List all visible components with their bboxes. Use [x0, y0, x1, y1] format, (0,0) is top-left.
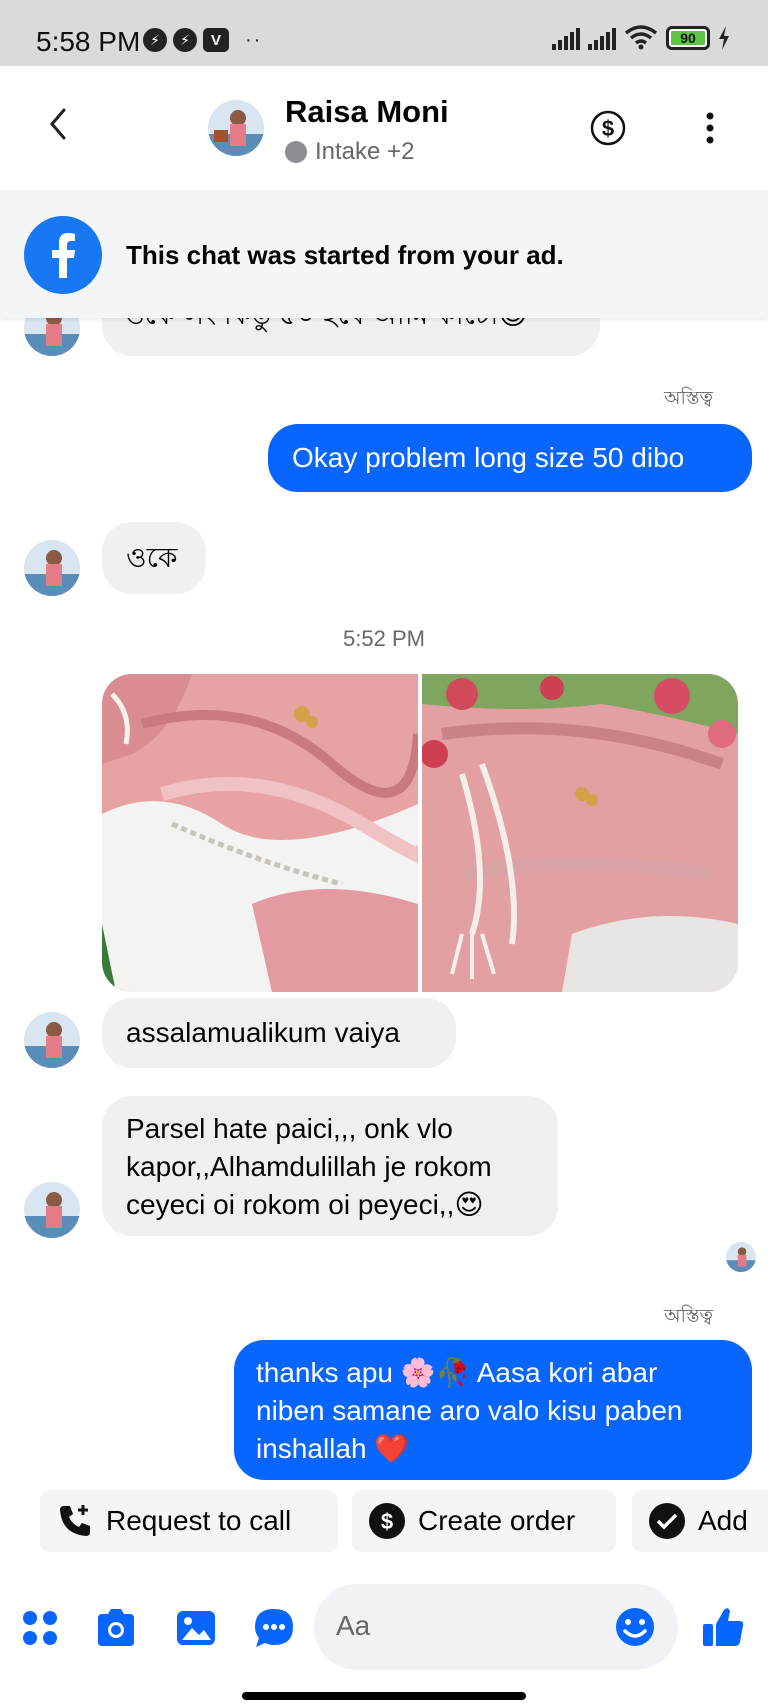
phone-icon — [60, 1505, 90, 1536]
system-icons: 90 — [552, 24, 730, 50]
notification-icons: ⚡ ⚡ V ·· — [143, 28, 262, 52]
message-text-line: niben samane aro valo kisu paben — [256, 1395, 683, 1426]
ad-banner-text: This chat was started from your ad. — [126, 240, 564, 270]
composer: Aa — [0, 1572, 768, 1676]
message-input-placeholder: Aa — [336, 1610, 371, 1641]
avatar[interactable] — [24, 1182, 80, 1238]
status-time: 5:58 PM — [36, 26, 141, 57]
photo-attachment[interactable] — [102, 674, 418, 992]
message-bubble-outgoing[interactable]: Okay problem long size 50 dibo — [268, 424, 752, 492]
like-icon[interactable] — [700, 1604, 746, 1650]
avatar[interactable] — [24, 1012, 80, 1068]
back-icon[interactable] — [40, 100, 76, 148]
message-text: assalamualikum vaiya — [126, 1017, 400, 1048]
seen-label: অস্তিত্ব — [664, 388, 714, 409]
message-text-line: thanks apu 🌸🥀 Aasa kori abar — [256, 1357, 658, 1388]
svg-text:$: $ — [381, 1509, 393, 1534]
contact-name[interactable]: Raisa Moni — [285, 94, 449, 130]
add-button[interactable]: Add — [632, 1490, 768, 1552]
read-receipt-avatar — [726, 1242, 756, 1272]
avatar[interactable] — [24, 540, 80, 596]
svg-text:$: $ — [602, 116, 614, 141]
signal-icon — [588, 26, 616, 50]
seen-label: অস্তিত্ব — [664, 1306, 714, 1327]
quick-actions-bar: Request to call $ Create order Add — [0, 1490, 768, 1556]
camera-icon[interactable] — [94, 1606, 138, 1650]
message-bubble-incoming[interactable]: Parsel hate paici,,, onk vlo kapor,,Alha… — [102, 1096, 558, 1236]
messenger-icon: ⚡ — [143, 28, 167, 52]
message-input[interactable]: Aa — [314, 1584, 678, 1670]
message-text-line: Parsel hate paici,,, onk vlo — [126, 1113, 453, 1144]
message-bubble-incoming[interactable]: ওকে — [102, 522, 206, 594]
apps-icon[interactable] — [18, 1606, 62, 1650]
home-indicator[interactable] — [242, 1692, 526, 1700]
message-text-line: kapor,,Alhamdulillah je rokom — [126, 1151, 492, 1182]
message-text: ওকে — [126, 542, 178, 573]
photo-attachment-group[interactable] — [102, 674, 738, 992]
message-text: Okay problem long size 50 dibo — [292, 442, 685, 473]
gallery-icon[interactable] — [174, 1606, 218, 1650]
dollar-icon[interactable]: $ — [590, 110, 626, 146]
messenger-icon: ⚡ — [173, 28, 197, 52]
request-call-button[interactable]: Request to call — [40, 1490, 338, 1552]
vpn-icon: V — [203, 28, 229, 52]
chat-icon[interactable] — [252, 1606, 296, 1650]
wifi-icon — [624, 25, 658, 50]
contact-status: Intake +2 — [285, 138, 414, 166]
contact-status-label: Intake +2 — [315, 138, 415, 165]
signal-icon — [552, 26, 580, 50]
message-text-line: inshallah ❤️ — [256, 1433, 410, 1464]
more-icon[interactable] — [696, 108, 724, 148]
message-bubble-outgoing[interactable]: thanks apu 🌸🥀 Aasa kori abar niben saman… — [234, 1340, 752, 1480]
status-dot — [285, 141, 307, 163]
battery-icon: 90 — [666, 26, 710, 50]
avatar[interactable] — [208, 100, 264, 156]
charging-icon — [719, 26, 729, 50]
photo-attachment[interactable] — [422, 674, 738, 992]
message-timestamp: 5:52 PM — [343, 626, 425, 651]
dollar-icon: $ — [369, 1503, 405, 1539]
emoji-icon[interactable] — [614, 1606, 656, 1648]
create-order-label: Create order — [418, 1505, 576, 1536]
check-circle-icon — [649, 1503, 685, 1539]
add-label: Add — [698, 1505, 748, 1536]
status-bar: 5:58 PM ⚡ ⚡ V ·· 90 — [0, 0, 768, 66]
chat-header: Raisa Moni Intake +2 $ — [0, 66, 768, 190]
facebook-logo-icon — [24, 216, 102, 294]
more-notifications-icon: ·· — [245, 28, 263, 51]
message-text-line: ceyeci oi rokom oi peyeci,,😍 — [126, 1189, 484, 1220]
request-call-label: Request to call — [106, 1505, 292, 1536]
ad-origin-banner: This chat was started from your ad. — [0, 190, 768, 318]
message-bubble-incoming[interactable]: assalamualikum vaiya — [102, 998, 456, 1068]
create-order-button[interactable]: $ Create order — [352, 1490, 616, 1552]
